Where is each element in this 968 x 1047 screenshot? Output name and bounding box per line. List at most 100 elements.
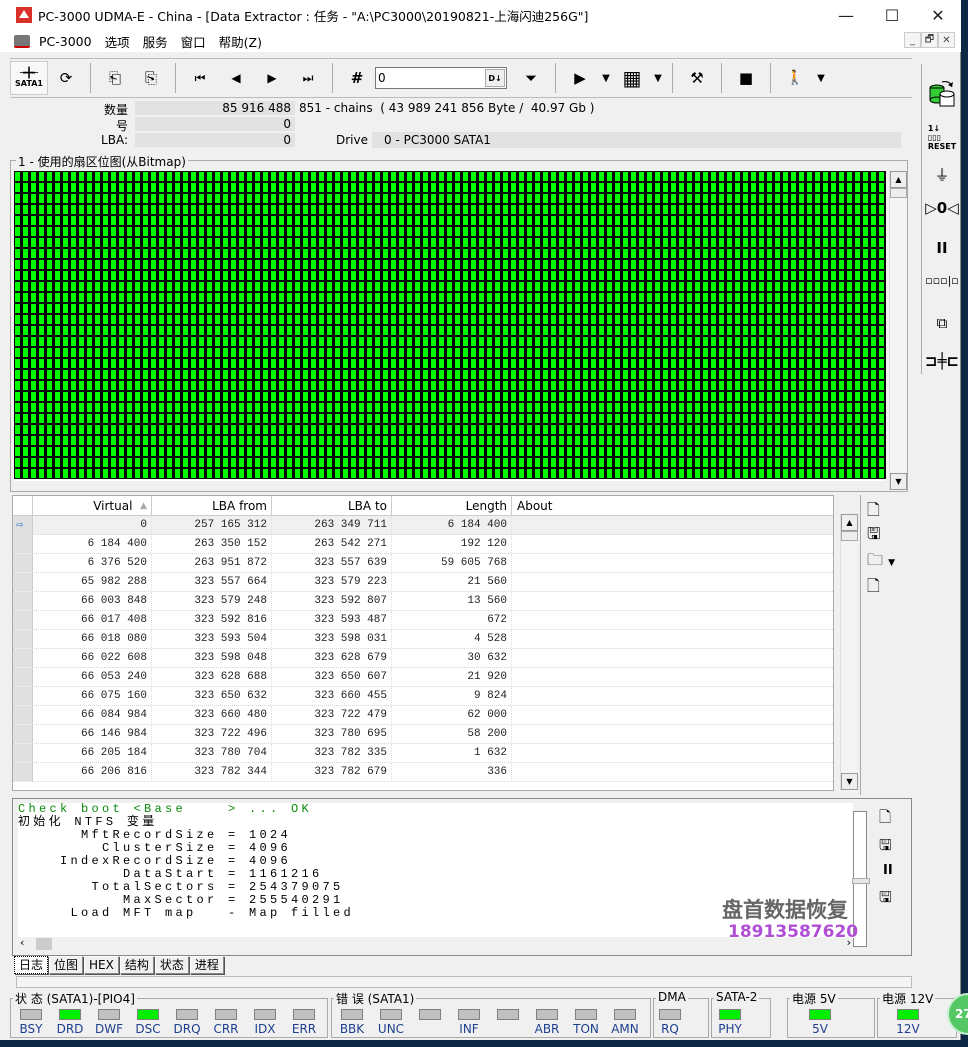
menu-options[interactable]: 选项: [105, 32, 130, 51]
mdi-restore-button[interactable]: 🗗: [921, 32, 938, 48]
menu-pc3000[interactable]: PC-3000: [39, 34, 92, 49]
bitmap-cell: [558, 391, 566, 402]
table-row[interactable]: 66 146 984 323 722 496 323 780 695 58 200: [13, 725, 833, 744]
table-row[interactable]: 6 184 400 263 350 152 263 542 271 192 120: [13, 535, 833, 554]
bitmap-cell: [374, 292, 382, 303]
position-input[interactable]: 0 D↓: [375, 67, 507, 89]
load-button[interactable]: ⎗: [97, 61, 133, 95]
system-menu-icon[interactable]: [14, 34, 30, 48]
column-lba-to[interactable]: LBA to: [272, 496, 392, 516]
exit-dropdown[interactable]: ▼: [813, 61, 829, 95]
power-switch-button[interactable]: ⏚: [922, 164, 962, 185]
column-virtual[interactable]: Virtual ▲: [33, 496, 152, 516]
grid-button[interactable]: ▦: [614, 61, 650, 95]
disk-copy-button[interactable]: [922, 78, 962, 108]
tab-3[interactable]: 结构: [119, 956, 154, 974]
scroll-thumb[interactable]: [841, 531, 858, 541]
bitmap-cell: [702, 347, 710, 358]
pause-button[interactable]: II: [922, 239, 962, 257]
log-options-button[interactable]: 🗋: [879, 807, 891, 832]
log-pause-button[interactable]: II: [883, 863, 893, 878]
bitmap-cell: [750, 270, 758, 281]
first-button[interactable]: ⏮: [182, 61, 218, 95]
bitmap-cell: [462, 303, 470, 314]
copy-close-button[interactable]: ⧉: [922, 314, 962, 332]
menu-service[interactable]: 服务: [143, 32, 168, 51]
chevron-down-icon[interactable]: ▼: [888, 558, 895, 568]
scroll-thumb[interactable]: [36, 938, 52, 950]
sector-bitmap[interactable]: [14, 171, 886, 481]
bitmap-cell: [494, 336, 502, 347]
minimize-button[interactable]: —: [823, 0, 869, 30]
column-length[interactable]: Length: [392, 496, 512, 516]
grid-dropdown[interactable]: ▼: [650, 61, 666, 95]
bitmap-cell: [678, 182, 686, 193]
slider-handle[interactable]: [852, 878, 870, 884]
table-row[interactable]: 66 022 608 323 598 048 323 628 679 30 632: [13, 649, 833, 668]
column-lba-from[interactable]: LBA from: [152, 496, 272, 516]
open-folder-button[interactable]: 🗀 ▼: [867, 549, 895, 576]
open-chain-button[interactable]: 🗋: [867, 499, 880, 526]
column-about[interactable]: About: [512, 496, 833, 516]
close-button[interactable]: ✕: [915, 0, 961, 30]
stop-button[interactable]: ■: [728, 61, 764, 95]
table-row[interactable]: 65 982 288 323 557 664 323 579 223 21 560: [13, 573, 833, 592]
mdi-close-button[interactable]: ✕: [938, 32, 955, 48]
counter-button[interactable]: ▫▫▫|▫: [922, 274, 962, 287]
new-document-button[interactable]: 🗋: [867, 575, 880, 602]
connector-button[interactable]: ⊐╪⊏: [922, 352, 962, 370]
log-load-button[interactable]: 🖫: [879, 887, 892, 912]
tools-button[interactable]: ⚒: [679, 61, 715, 95]
filter-button[interactable]: ⏷: [513, 61, 549, 95]
tab-2[interactable]: HEX: [84, 956, 119, 974]
maximize-button[interactable]: ☐: [869, 0, 915, 30]
exit-button[interactable]: 🚶: [777, 61, 813, 95]
table-scrollbar[interactable]: ▲ ▼: [840, 514, 858, 791]
table-row[interactable]: ⇨ 0 257 165 312 263 349 711 6 184 400: [13, 516, 833, 535]
log-save-button[interactable]: 🖫: [879, 835, 892, 860]
sata-port-button[interactable]: ╼╋╾ SATA1: [10, 61, 48, 95]
table-row[interactable]: 66 003 848 323 579 248 323 592 807 13 560: [13, 592, 833, 611]
table-row[interactable]: 66 018 080 323 593 504 323 598 031 4 528: [13, 630, 833, 649]
table-row[interactable]: 66 205 184 323 780 704 323 782 335 1 632: [13, 744, 833, 763]
table-row[interactable]: 66 017 408 323 592 816 323 593 487 672: [13, 611, 833, 630]
bitmap-cell: [302, 391, 310, 402]
bitmap-scrollbar[interactable]: ▲ ▼: [889, 171, 907, 491]
scroll-thumb[interactable]: [890, 188, 907, 198]
mdi-minimize-button[interactable]: _: [904, 32, 921, 48]
previous-button[interactable]: ◀: [218, 61, 254, 95]
bitmap-cell: [478, 182, 486, 193]
bitmap-cell: [750, 424, 758, 435]
table-row[interactable]: 6 376 520 263 951 872 323 557 639 59 605 76…: [13, 554, 833, 573]
last-button[interactable]: ⏭: [290, 61, 326, 95]
bitmap-cell: [214, 325, 222, 336]
scroll-up-button[interactable]: ▲: [890, 171, 907, 188]
tab-5[interactable]: 进程: [189, 956, 224, 974]
table-row[interactable]: 66 053 240 323 628 688 323 650 607 21 920: [13, 668, 833, 687]
menu-help[interactable]: 帮助(Z): [219, 32, 262, 51]
reset-button[interactable]: 1↓ ▯▯▯ RESET: [922, 124, 962, 151]
position-mode-button[interactable]: D↓: [485, 69, 505, 87]
scroll-up-button[interactable]: ▲: [841, 514, 858, 531]
scroll-down-button[interactable]: ▼: [890, 473, 907, 490]
table-row[interactable]: 66 075 160 323 650 632 323 660 455 9 824: [13, 687, 833, 706]
next-button[interactable]: ▶: [254, 61, 290, 95]
table-row[interactable]: 66 206 816 323 782 344 323 782 679 336: [13, 763, 833, 782]
table-row[interactable]: 66 084 984 323 660 480 323 722 479 62 000: [13, 706, 833, 725]
tab-4[interactable]: 状态: [154, 956, 189, 974]
scroll-left-button[interactable]: ‹: [20, 936, 24, 949]
save-chain-button[interactable]: 🖫: [867, 523, 881, 550]
position-value[interactable]: 0: [378, 71, 386, 85]
tab-0[interactable]: 日志: [14, 956, 49, 974]
save-button[interactable]: ⎘: [133, 61, 169, 95]
bitmap-cell: [542, 325, 550, 336]
zero-button[interactable]: ▷0◁: [922, 199, 962, 217]
bitmap-cell: [814, 358, 822, 369]
menu-window[interactable]: 窗口: [181, 32, 206, 51]
goto-button[interactable]: #: [339, 61, 375, 95]
play-button[interactable]: ▶: [562, 61, 598, 95]
tab-1[interactable]: 位图: [49, 956, 84, 974]
refresh-button[interactable]: ⟳: [48, 61, 84, 95]
scroll-down-button[interactable]: ▼: [841, 773, 858, 790]
play-dropdown[interactable]: ▼: [598, 61, 614, 95]
